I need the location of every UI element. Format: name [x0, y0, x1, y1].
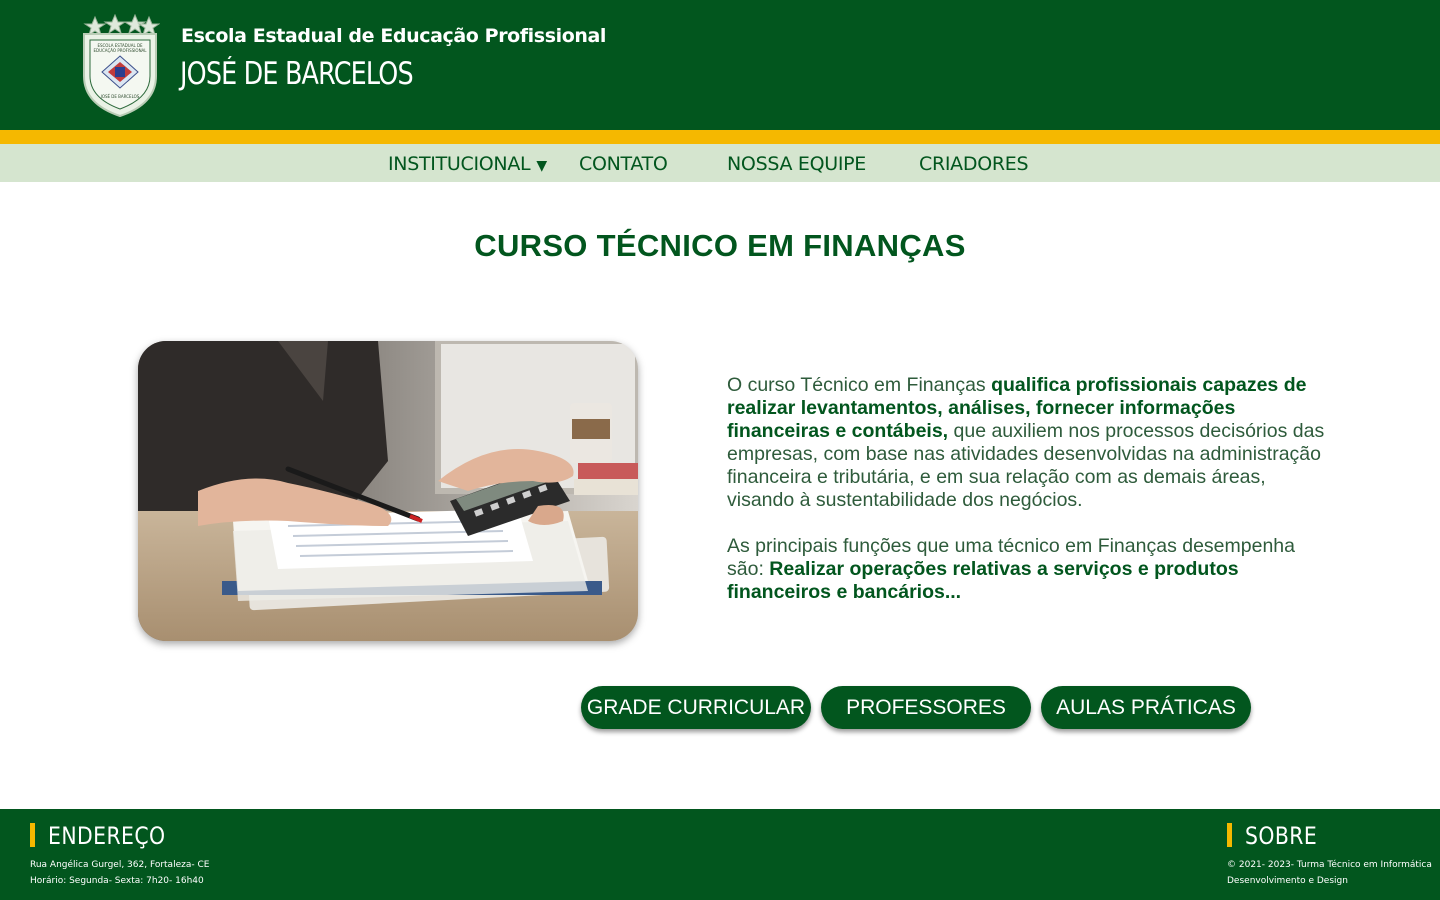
site-header: ESCOLA ESTADUAL DE EDUCAÇÃO PROFISSIONAL… — [0, 0, 1440, 130]
description-text: O curso Técnico em Finanças — [727, 374, 992, 396]
nav-item-nossa-equipe[interactable]: NOSSA EQUIPE — [727, 144, 866, 182]
dropdown-caret-icon: ▼ — [536, 158, 547, 174]
svg-text:JOSÉ DE BARCELOS: JOSÉ DE BARCELOS — [100, 94, 140, 99]
about-heading: SOBRE — [1245, 822, 1318, 850]
page-title: CURSO TÉCNICO EM FINANÇAS — [474, 228, 966, 263]
nav-item-label: CONTATO — [579, 153, 668, 175]
about-line-2: Desenvolvimento e Design — [1227, 876, 1348, 886]
aulas-praticas-button[interactable]: AULAS PRÁTICAS — [1041, 686, 1251, 729]
address-line-1: Rua Angélica Gurgel, 362, Fortaleza- CE — [30, 860, 210, 870]
school-name-line1: Escola Estadual de Educação Profissional — [181, 25, 607, 47]
course-description: O curso Técnico em Finanças qualifica pr… — [727, 374, 1337, 604]
site-footer: ENDEREÇO Rua Angélica Gurgel, 362, Forta… — [0, 809, 1440, 900]
main-nav: INSTITUCIONAL ▼ CONTATO NOSSA EQUIPE CRIA… — [0, 144, 1440, 182]
school-name-line2: JOSÉ DE BARCELOS — [180, 56, 414, 92]
description-paragraph-2: As principais funções que uma técnico em… — [727, 535, 1337, 604]
nav-item-label: INSTITUCIONAL — [388, 153, 531, 175]
description-paragraph-1: O curso Técnico em Finanças qualifica pr… — [727, 374, 1337, 512]
nav-item-institucional[interactable]: INSTITUCIONAL ▼ — [388, 144, 547, 182]
nav-item-criadores[interactable]: CRIADORES — [919, 144, 1029, 182]
description-highlight: Realizar operações relativas a serviços … — [727, 558, 1239, 603]
address-hours: Horário: Segunda- Sexta: 7h20- 16h40 — [30, 876, 204, 886]
nav-item-label: NOSSA EQUIPE — [727, 153, 867, 175]
about-line-1: © 2021- 2023- Turma Técnico em Informáti… — [1227, 860, 1432, 870]
header-accent-bar — [0, 130, 1440, 144]
school-crest-icon[interactable]: ESCOLA ESTADUAL DE EDUCAÇÃO PROFISSIONAL… — [80, 13, 161, 118]
address-heading: ENDEREÇO — [48, 822, 166, 850]
finance-course-photo — [138, 341, 638, 641]
address-accent-bar — [30, 823, 35, 847]
nav-item-contato[interactable]: CONTATO — [579, 144, 668, 182]
about-accent-bar — [1227, 823, 1232, 847]
svg-text:EDUCAÇÃO PROFISSIONAL: EDUCAÇÃO PROFISSIONAL — [93, 48, 147, 53]
nav-item-label: CRIADORES — [919, 153, 1029, 175]
grade-curricular-button[interactable]: GRADE CURRICULAR — [581, 686, 811, 729]
professores-button[interactable]: PROFESSORES — [821, 686, 1031, 729]
